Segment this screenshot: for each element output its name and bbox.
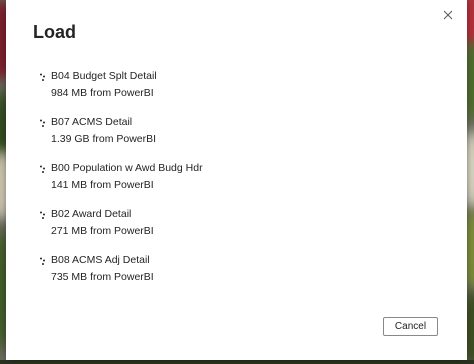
item-name: B04 Budget Splt Detail xyxy=(51,70,157,82)
loading-spinner-icon xyxy=(39,70,47,81)
loading-spinner-icon xyxy=(39,208,47,219)
item-size: 735 MB from PowerBI xyxy=(51,271,154,283)
background-stripe xyxy=(0,360,474,364)
item-name: B02 Award Detail xyxy=(51,208,132,220)
load-dialog: Load B04 Budget Splt Detail 984 MB from … xyxy=(6,0,467,360)
close-icon[interactable] xyxy=(441,8,455,22)
item-size: 271 MB from PowerBI xyxy=(51,225,154,237)
item-size: 141 MB from PowerBI xyxy=(51,179,154,191)
item-size: 984 MB from PowerBI xyxy=(51,87,154,99)
loading-spinner-icon xyxy=(39,116,47,127)
loading-spinner-icon xyxy=(39,254,47,265)
cancel-button[interactable]: Cancel xyxy=(383,317,438,336)
item-size: 1.39 GB from PowerBI xyxy=(51,133,157,145)
item-name: B00 Population w Awd Budg Hdr xyxy=(51,162,203,174)
loading-spinner-icon xyxy=(39,162,47,173)
dialog-title: Load xyxy=(33,22,76,42)
item-name: B08 ACMS Adj Detail xyxy=(51,254,150,266)
item-name: B07 ACMS Detail xyxy=(51,116,133,128)
